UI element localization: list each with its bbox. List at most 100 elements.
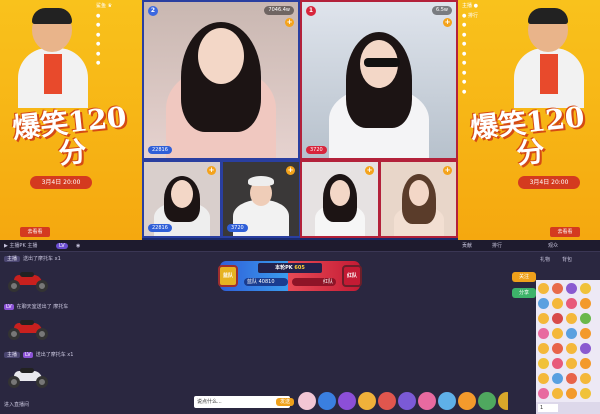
emoji-grid[interactable] bbox=[536, 280, 600, 402]
rank-item: ● bbox=[96, 50, 101, 57]
follow-plus-icon[interactable]: + bbox=[207, 166, 216, 175]
emoji-icon[interactable] bbox=[580, 328, 591, 339]
emoji-icon[interactable] bbox=[538, 343, 549, 354]
rank-item: ● 排行 bbox=[462, 12, 478, 19]
poster-date: 3月4日 20:00 bbox=[518, 176, 580, 189]
rank-item: ● bbox=[462, 69, 467, 76]
follow-plus-icon[interactable]: + bbox=[443, 18, 452, 27]
gift-icon[interactable] bbox=[318, 392, 336, 410]
emoji-icon[interactable] bbox=[566, 388, 577, 399]
gift-icon[interactable] bbox=[458, 392, 476, 410]
rank-item: ● bbox=[96, 12, 101, 19]
tab-gifts[interactable]: 礼物 bbox=[540, 254, 550, 266]
tab-bag[interactable]: 背包 bbox=[562, 254, 572, 266]
emoji-icon[interactable] bbox=[538, 328, 549, 339]
stream-cell-4[interactable]: + 3720 bbox=[221, 160, 301, 238]
gift-icon[interactable] bbox=[358, 392, 376, 410]
emoji-icon[interactable] bbox=[552, 343, 563, 354]
chat-feed[interactable]: 主播 送出了摩托车 x1 LV 在聊天室送出了 摩托车 主播 LV 送出了摩托车 x1 … bbox=[0, 252, 198, 414]
gift-icon[interactable] bbox=[438, 392, 456, 410]
emoji-icon[interactable] bbox=[552, 298, 563, 309]
emoji-icon[interactable] bbox=[538, 373, 549, 384]
pk-scoreboard: 蓝队 红队 本轮PK 605 蓝队 40810 红队 bbox=[218, 261, 362, 291]
stream-viewers: 6.5w bbox=[431, 6, 452, 15]
emoji-icon[interactable] bbox=[580, 358, 591, 369]
rank-item: ● bbox=[462, 22, 467, 28]
chat-message: LV 在聊天室送出了 摩托车 bbox=[4, 304, 69, 310]
emoji-icon[interactable] bbox=[566, 313, 577, 324]
gift-icon[interactable] bbox=[418, 392, 436, 410]
emoji-icon[interactable] bbox=[566, 283, 577, 294]
emoji-icon[interactable] bbox=[580, 283, 591, 294]
stream-score: 3720 bbox=[306, 146, 327, 154]
emoji-icon[interactable] bbox=[580, 343, 591, 354]
stream-viewers: 7046.4w bbox=[264, 6, 294, 15]
rank-item: ● bbox=[462, 50, 467, 57]
red-team-score: 红队 bbox=[292, 278, 336, 286]
poster-watch-button[interactable]: 去看看 bbox=[550, 227, 580, 237]
follow-plus-icon[interactable]: + bbox=[443, 166, 452, 175]
emoji-icon[interactable] bbox=[566, 298, 577, 309]
emoji-icon[interactable] bbox=[538, 283, 549, 294]
emoji-icon[interactable] bbox=[580, 388, 591, 399]
emoji-icon[interactable] bbox=[580, 313, 591, 324]
chat-message: 主播 送出了摩托车 x1 bbox=[4, 254, 61, 264]
stream-score: 3720 bbox=[227, 224, 248, 232]
stream-cell-5[interactable]: + bbox=[300, 160, 380, 238]
rank-item: ● bbox=[462, 41, 467, 47]
event-poster-left[interactable]: 爆笑120分 3月4日 20:00 去看看 鲨鱼 ♛ ● ● ● ● ● ● bbox=[0, 0, 142, 240]
emoji-icon[interactable] bbox=[538, 313, 549, 324]
follow-plus-icon[interactable]: + bbox=[285, 18, 294, 27]
stream-cell-1[interactable]: 2 7046.4w + 22816 bbox=[142, 0, 300, 160]
gift-icon[interactable] bbox=[378, 392, 396, 410]
stream-cell-3[interactable]: + 22816 bbox=[142, 160, 222, 238]
emoji-icon[interactable] bbox=[566, 358, 577, 369]
emoji-icon[interactable] bbox=[566, 343, 577, 354]
rank-list-right: 主播 ● ● 排行 ● ● ● ● ● ● ● ● bbox=[462, 2, 542, 97]
poster-title: 爆笑120分 bbox=[10, 100, 129, 171]
rank-number: 2 bbox=[148, 6, 158, 16]
gift-icon[interactable] bbox=[478, 392, 496, 410]
event-poster-right[interactable]: 爆笑120分 3月4日 20:00 去看看 主播 ● ● 排行 ● ● ● ● … bbox=[458, 0, 600, 240]
motorcycle-gift-icon bbox=[8, 364, 48, 388]
emoji-icon[interactable] bbox=[580, 373, 591, 384]
poster-watch-button[interactable]: 去看看 bbox=[20, 227, 50, 237]
rank-item: ● bbox=[462, 79, 467, 85]
rank-item: ● bbox=[96, 22, 101, 28]
gift-icon[interactable] bbox=[338, 392, 356, 410]
emoji-icon[interactable] bbox=[552, 313, 563, 324]
emoji-icon[interactable] bbox=[552, 373, 563, 384]
follow-plus-icon[interactable]: + bbox=[286, 166, 295, 175]
rank-item: 鲨鱼 ♛ bbox=[96, 3, 113, 9]
emoji-icon[interactable] bbox=[566, 373, 577, 384]
emoji-icon[interactable] bbox=[538, 388, 549, 399]
gift-icon[interactable] bbox=[398, 392, 416, 410]
emoji-icon[interactable] bbox=[552, 328, 563, 339]
emoji-icon[interactable] bbox=[580, 298, 591, 309]
red-team-shield-icon: 红队 bbox=[342, 265, 362, 287]
rank-number: 1 bbox=[306, 6, 316, 16]
motorcycle-gift-icon bbox=[8, 268, 48, 292]
send-button[interactable]: 发送 bbox=[276, 398, 294, 406]
record-icon[interactable]: ◉ bbox=[76, 240, 80, 252]
gift-count-input[interactable]: 1 bbox=[538, 404, 558, 412]
emoji-icon[interactable] bbox=[538, 358, 549, 369]
emoji-icon[interactable] bbox=[552, 358, 563, 369]
ranking-tab[interactable]: 排行 bbox=[492, 240, 502, 252]
gift-icon[interactable] bbox=[298, 392, 316, 410]
follow-plus-icon[interactable]: + bbox=[365, 166, 374, 175]
audience-tab[interactable]: 观众 bbox=[548, 240, 558, 252]
emoji-icon[interactable] bbox=[566, 328, 577, 339]
gift-tray: 说点什么... 发送 bbox=[194, 392, 536, 414]
share-button[interactable]: 分享 bbox=[512, 288, 536, 298]
stream-cell-6[interactable]: + bbox=[379, 160, 458, 238]
follow-button[interactable]: 关注 bbox=[512, 272, 536, 282]
emoji-icon[interactable] bbox=[552, 388, 563, 399]
stream-cell-2[interactable]: 1 6.5w + 3720 bbox=[300, 0, 458, 160]
emoji-icon[interactable] bbox=[552, 283, 563, 294]
live-stage: 爆笑120分 3月4日 20:00 去看看 鲨鱼 ♛ ● ● ● ● ● ● 2… bbox=[0, 0, 600, 240]
contribution-tab[interactable]: 贡献 bbox=[462, 240, 472, 252]
emoji-icon[interactable] bbox=[538, 298, 549, 309]
sunglasses-icon bbox=[364, 58, 400, 67]
chat-message: 主播 LV 送出了摩托车 x1 bbox=[4, 350, 73, 360]
